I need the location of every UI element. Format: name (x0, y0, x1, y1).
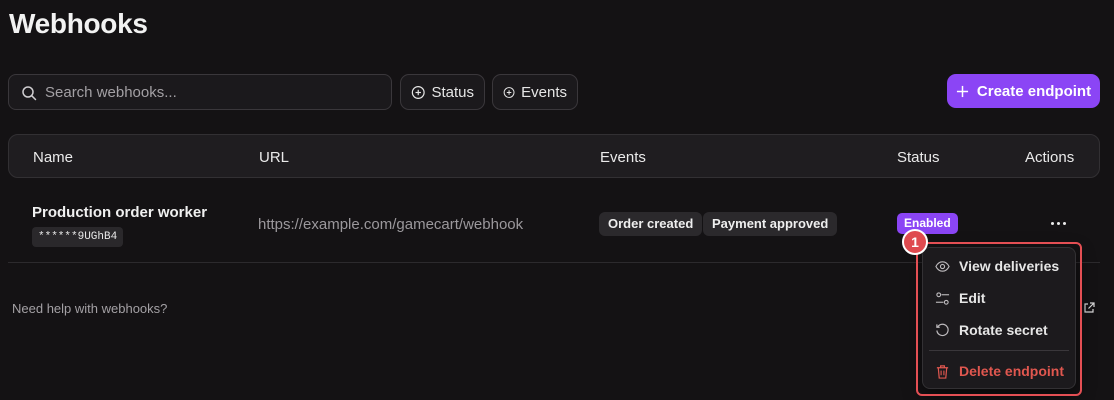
column-header-name: Name (33, 149, 74, 166)
annotation-marker: 1 (902, 229, 928, 255)
external-link-icon[interactable] (1083, 302, 1095, 314)
search-input[interactable] (45, 75, 385, 109)
row-actions-button[interactable] (1044, 212, 1072, 234)
event-tag: Payment approved (703, 212, 838, 236)
help-text: Need help with webhooks? (12, 301, 168, 316)
column-header-status: Status (897, 149, 940, 166)
search-box[interactable] (8, 74, 392, 110)
plus-circle-icon (411, 85, 425, 99)
column-header-url: URL (259, 149, 290, 166)
more-dot (1056, 221, 1060, 225)
create-endpoint-button[interactable]: Create endpoint (947, 74, 1100, 108)
status-filter-label: Status (431, 83, 474, 101)
plus-icon (956, 85, 968, 97)
status-filter-button[interactable]: Status (400, 74, 485, 110)
more-dot (1050, 221, 1054, 225)
column-header-events: Events (600, 149, 646, 166)
events-filter-button[interactable]: Events (492, 74, 578, 110)
create-endpoint-label: Create endpoint (976, 82, 1092, 100)
webhook-name: Production order worker (32, 204, 208, 221)
more-dot (1062, 221, 1066, 225)
events-filter-label: Events (521, 83, 567, 101)
annotation-highlight-box (916, 242, 1082, 396)
table-header: Name URL Events Status Actions (8, 134, 1100, 178)
page-title: Webhooks (9, 8, 148, 39)
event-tag: Order created (599, 212, 703, 236)
webhook-secret: ******9UGhB4 (32, 227, 124, 247)
column-header-actions: Actions (1025, 149, 1075, 166)
search-icon (22, 86, 37, 101)
plus-circle-icon (503, 86, 515, 98)
webhook-url: https://example.com/gamecart/webhook (258, 216, 524, 233)
toolbar: Status Events Create endpoint (8, 74, 1100, 110)
